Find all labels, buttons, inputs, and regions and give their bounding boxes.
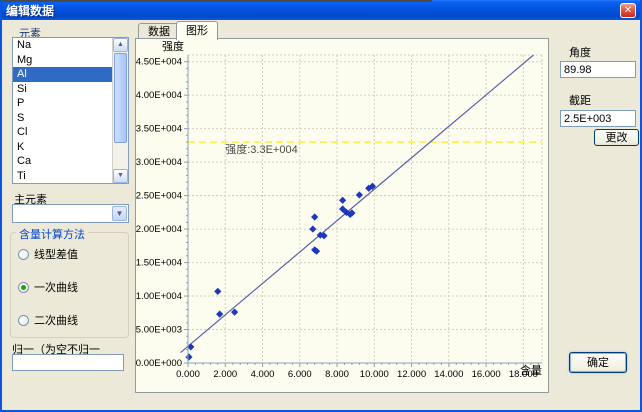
list-item-na[interactable]: Na [13,38,128,53]
radio-label: 线型差值 [34,246,78,262]
radio-icon[interactable] [18,249,29,260]
y-tick-label: 3.00E+004 [136,157,182,168]
y-tick-label: 1.50E+004 [136,258,182,269]
y-tick-label: 1.00E+004 [136,291,182,302]
x-tick-label: 4.000 [251,369,275,380]
radio-second-order-curve[interactable]: 二次曲线 [18,312,78,328]
list-item-ti[interactable]: Ti [13,169,128,184]
x-tick-label: 0.000 [176,369,200,380]
y-tick-label: 4.00E+004 [136,90,182,101]
x-tick-label: 8.000 [325,369,349,380]
angle-input[interactable] [560,61,636,78]
x-tick-label: 10.000 [360,369,389,380]
main-element-combobox[interactable]: ▼ [12,204,129,223]
radio-label: 二次曲线 [34,312,78,328]
listbox-scrollbar[interactable]: ▲ ▼ [112,38,128,183]
list-item-cl[interactable]: Cl [13,125,128,140]
normalize-input[interactable] [12,354,124,371]
x-axis-title: 含量 [520,363,542,377]
chevron-down-icon[interactable]: ▼ [112,206,127,221]
intercept-label: 截距 [569,92,591,108]
radio-linear-interpolation[interactable]: 线型差值 [18,246,78,262]
x-tick-label: 14.000 [434,369,463,380]
angle-label: 角度 [569,44,591,60]
x-tick-label: 2.000 [213,369,237,380]
y-tick-label: 2.00E+004 [136,224,182,235]
radio-first-order-curve[interactable]: 一次曲线 [18,279,78,295]
y-tick-label: 2.50E+004 [136,191,182,202]
list-item-mg[interactable]: Mg [13,53,128,68]
radio-checked-icon[interactable] [18,282,29,293]
list-item-si[interactable]: Si [13,82,128,97]
list-item-k[interactable]: K [13,140,128,155]
list-item-s[interactable]: S [13,111,128,126]
close-icon[interactable]: ✕ [620,3,636,18]
scrollbar-track[interactable] [113,144,128,169]
titlebar[interactable]: 编辑数据 ✕ [2,0,640,20]
list-item-p[interactable]: P [13,96,128,111]
x-tick-label: 12.000 [397,369,426,380]
scroll-down-icon[interactable]: ▼ [113,169,128,183]
radio-icon[interactable] [18,315,29,326]
scroll-up-icon[interactable]: ▲ [113,38,128,52]
y-axis-title: 强度 [162,39,184,53]
x-tick-label: 16.000 [472,369,501,380]
element-listbox[interactable]: Na Mg Al Si P S Cl K Ca Ti ▲ ▼ [12,37,129,184]
calc-method-label: 含量计算方法 [16,226,88,242]
tab-graph[interactable]: 图形 [176,21,218,40]
y-tick-label: 3.50E+004 [136,124,182,135]
list-item-al[interactable]: Al [13,67,128,82]
radio-label: 一次曲线 [34,279,78,295]
list-item-ca[interactable]: Ca [13,154,128,169]
x-tick-label: 6.000 [288,369,312,380]
window-title: 编辑数据 [6,2,54,19]
ok-button[interactable]: 确定 [569,352,627,373]
y-tick-label: 4.50E+004 [136,57,182,68]
change-button[interactable]: 更改 [594,129,639,146]
calibration-chart: 强度:3.3E+004 0.00E+000 5.00E+003 1.00E+004 1.… [135,38,549,393]
background-window-edge [2,0,432,2]
edit-data-dialog: 编辑数据 ✕ 元素 Na Mg Al Si P S Cl K Ca Ti ▲ ▼… [0,0,642,412]
threshold-label: 强度:3.3E+004 [225,142,297,156]
scrollbar-thumb[interactable] [114,53,127,143]
intercept-input[interactable] [560,110,636,127]
y-tick-label: 0.00E+000 [136,358,182,369]
y-tick-label: 5.00E+003 [136,325,182,336]
scatter-plot: 强度:3.3E+004 0.00E+000 5.00E+003 1.00E+004 1.… [136,39,548,392]
